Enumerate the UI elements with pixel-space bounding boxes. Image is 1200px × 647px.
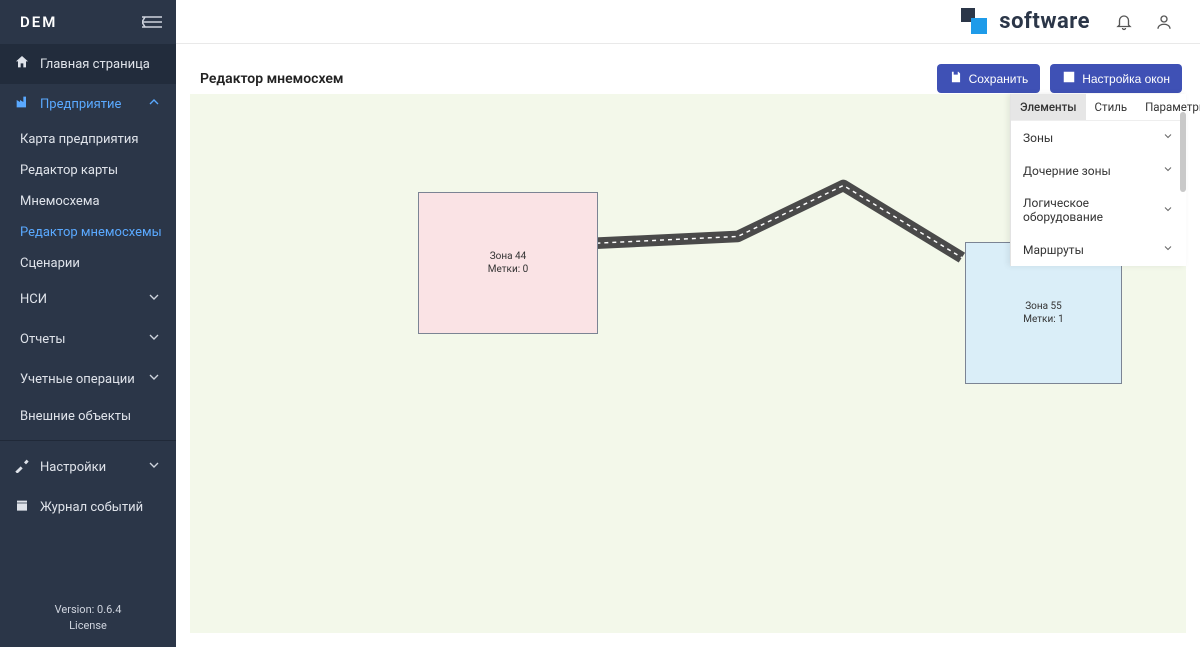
section-logic-equipment[interactable]: Логическое оборудование [1011,187,1186,233]
nav-settings[interactable]: Настройки [0,447,176,487]
divider [0,440,176,441]
nav-enterprise[interactable]: Предприятие [0,84,176,124]
user-icon[interactable] [1148,6,1180,38]
factory-icon [14,94,30,114]
nav-external[interactable]: Внешние объекты [0,399,176,434]
windows-label: Настройка окон [1082,72,1170,86]
zone-44[interactable]: Зона 44 Метки: 0 [418,192,598,334]
nav-mnemo-editor[interactable]: Редактор мнемосхемы [0,217,176,248]
zone-55-name: Зона 55 [1025,300,1062,313]
properties-sections: Зоны Дочерние зоны Логическое оборудован… [1011,120,1186,266]
chevron-down-icon [146,289,162,309]
nav-map-editor[interactable]: Редактор карты [0,155,176,186]
brand-text: software [999,9,1090,34]
save-icon [949,70,963,87]
section-zones-label: Зоны [1023,131,1053,145]
nav-eventlog-label: Журнал событий [40,500,143,515]
tab-style[interactable]: Стиль [1086,94,1137,120]
nav-reports-label: Отчеты [20,332,65,347]
nav-nsi[interactable]: НСИ [0,279,176,319]
nav-mnemo[interactable]: Мнемосхема [0,186,176,217]
nav-external-label: Внешние объекты [20,409,131,424]
nav-reports[interactable]: Отчеты [0,319,176,359]
panel-actions: Сохранить Настройка окон [937,64,1182,93]
properties-panel: Элементы Стиль Параметры Зоны Дочерние з… [1010,94,1186,266]
properties-tabs: Элементы Стиль Параметры [1011,94,1186,120]
chevron-down-icon [146,369,162,389]
sidebar-footer: Version: 0.6.4 License [0,592,176,647]
version-label: Version: 0.6.4 [0,602,176,617]
section-child-zones[interactable]: Дочерние зоны [1011,154,1186,187]
zone-55-tags: Метки: 1 [1023,313,1064,326]
topbar: software [176,0,1200,44]
nav-nsi-label: НСИ [20,292,47,307]
nav-enterprise-map[interactable]: Карта предприятия [0,124,176,155]
chevron-down-icon [146,329,162,349]
nav-settings-label: Настройки [40,460,106,475]
wrench-icon [14,457,30,477]
calendar-icon [14,497,30,517]
main-area: Редактор мнемосхем Сохранить Настройка о… [176,44,1200,647]
editor-panel: Редактор мнемосхем Сохранить Настройка о… [190,58,1186,633]
canvas-wrap: Зона 44 Метки: 0 Зона 55 Метки: 1 Элемен… [190,94,1186,633]
nav-eventlog[interactable]: Журнал событий [0,487,176,527]
section-logic-equipment-label: Логическое оборудование [1023,196,1162,224]
chevron-down-icon [1162,130,1174,145]
license-label[interactable]: License [0,618,176,633]
save-label: Сохранить [969,72,1029,86]
save-button[interactable]: Сохранить [937,64,1041,93]
nav-accounting[interactable]: Учетные операции [0,359,176,399]
scrollbar[interactable] [1180,112,1186,192]
chevron-up-icon [146,94,162,114]
chevron-down-icon [146,457,162,477]
tab-params[interactable]: Параметры [1136,94,1200,120]
nav-home[interactable]: Главная страница [0,44,176,84]
brand-logo: software [961,8,1090,36]
chevron-down-icon [1162,203,1174,218]
section-routes-label: Маршруты [1023,243,1084,257]
nav-accounting-label: Учетные операции [20,372,135,387]
nav-home-label: Главная страница [40,57,150,72]
tab-elements[interactable]: Элементы [1011,94,1086,120]
zone-44-name: Зона 44 [490,250,527,263]
section-routes[interactable]: Маршруты [1011,233,1186,266]
nav-scenarios[interactable]: Сценарии [0,248,176,279]
chevron-down-icon [1162,163,1174,178]
chevron-down-icon [1162,242,1174,257]
notifications-icon[interactable] [1108,6,1140,38]
home-icon [14,54,30,74]
app-logo: DEM [20,13,57,31]
layout-icon [1062,70,1076,87]
sidebar-header: DEM [0,0,176,44]
section-zones[interactable]: Зоны [1011,121,1186,154]
page-title: Редактор мнемосхем [200,71,344,87]
menu-toggle-icon[interactable] [142,15,162,29]
zone-44-tags: Метки: 0 [488,263,529,276]
brand-mark-icon [961,8,991,36]
section-child-zones-label: Дочерние зоны [1023,164,1111,178]
nav-enterprise-label: Предприятие [40,97,121,112]
sidebar: DEM Главная страница Предприятие Карта п… [0,0,176,647]
windows-button[interactable]: Настройка окон [1050,64,1182,93]
